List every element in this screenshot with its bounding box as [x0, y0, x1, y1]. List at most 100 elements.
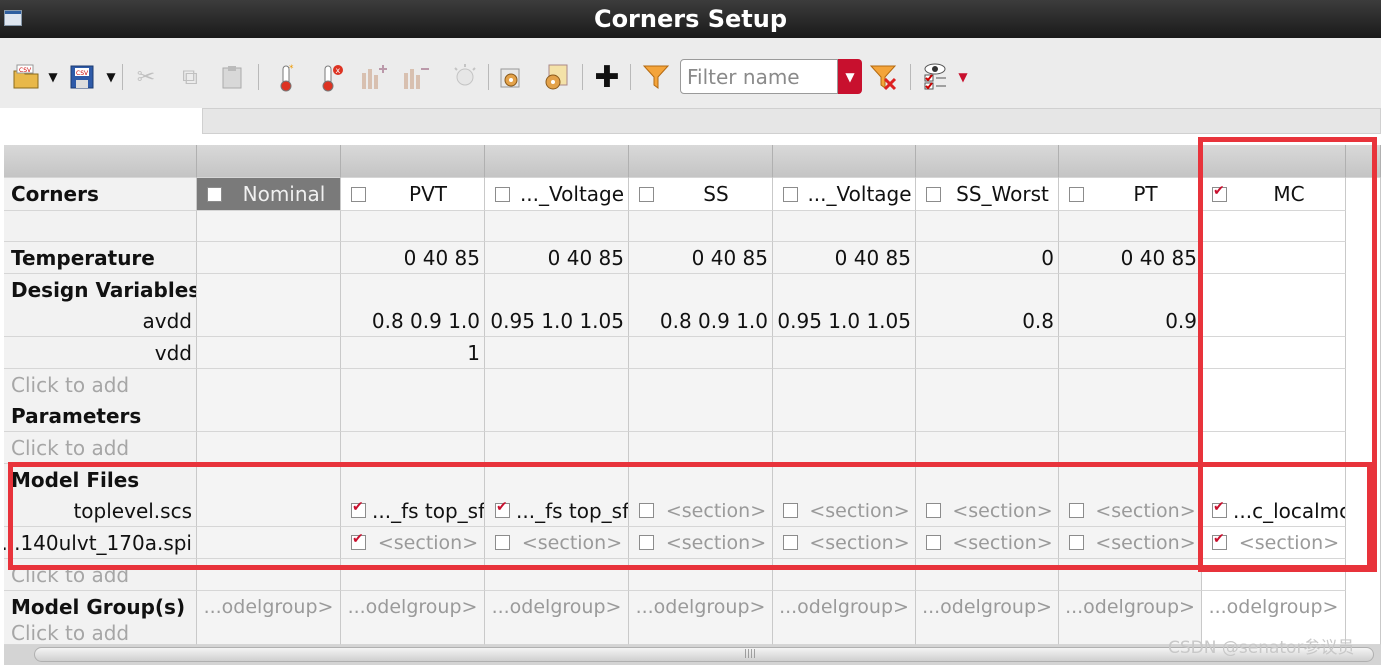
corner-column-2[interactable]: PVT: [341, 178, 485, 211]
model-file-cell[interactable]: <section>: [1059, 527, 1202, 559]
corner-column-7[interactable]: PT: [1059, 178, 1202, 211]
variable-value-cell[interactable]: [1059, 337, 1202, 369]
model-file-cell[interactable]: ..._fs top_sf: [485, 495, 629, 527]
save-csv-icon[interactable]: CSV: [64, 60, 100, 94]
model-file-cell[interactable]: <section>: [916, 527, 1059, 559]
model-group-cell[interactable]: ...odelgroup>: [916, 591, 1059, 623]
model-file-enable-checkbox[interactable]: [639, 535, 654, 550]
model-group-cell[interactable]: ...odelgroup>: [485, 591, 629, 623]
model-file-cell[interactable]: <section>: [916, 495, 1059, 527]
model-file-enable-checkbox[interactable]: [1212, 531, 1227, 550]
temperature-cell[interactable]: 0 40 85: [341, 242, 485, 274]
model-file-enable-checkbox[interactable]: [1212, 499, 1227, 518]
temperature-cell[interactable]: 0 40 85: [485, 242, 629, 274]
filter-icon[interactable]: [638, 60, 674, 94]
click-to-add-row[interactable]: Click to add: [4, 559, 197, 591]
variable-value-cell[interactable]: [629, 337, 773, 369]
copy-icon[interactable]: ⧉: [174, 60, 206, 94]
temperature-cell[interactable]: 0 40 85: [629, 242, 773, 274]
model-file-cell[interactable]: [197, 527, 341, 559]
model-file-enable-checkbox[interactable]: [1069, 503, 1084, 518]
model-file-cell[interactable]: <section>: [629, 495, 773, 527]
corner-enable-checkbox[interactable]: [351, 186, 366, 202]
model-file-enable-checkbox[interactable]: [1069, 535, 1084, 550]
model-group-cell[interactable]: ...odelgroup>: [197, 591, 341, 623]
corner-column-6[interactable]: SS_Worst: [916, 178, 1059, 211]
corner-enable-checkbox[interactable]: [1069, 186, 1084, 202]
filter-name-input[interactable]: Filter name: [680, 59, 838, 94]
temperature-cell[interactable]: [197, 242, 341, 274]
temperature-cell[interactable]: 0: [916, 242, 1059, 274]
corner-column-5[interactable]: ..._Voltage: [773, 178, 916, 211]
variable-value-cell[interactable]: [197, 305, 341, 337]
variable-value-cell[interactable]: 0.8: [916, 305, 1059, 337]
variable-value-cell[interactable]: 0.8 0.9 1.0: [629, 305, 773, 337]
model-file-enable-checkbox[interactable]: [783, 535, 798, 550]
corner-enable-checkbox[interactable]: [783, 186, 798, 202]
model-file-cell[interactable]: <section>: [485, 527, 629, 559]
filter-dropdown-icon[interactable]: ▼: [838, 59, 862, 94]
model-group-cell[interactable]: ...odelgroup>: [629, 591, 773, 623]
corner-enable-checkbox[interactable]: [1212, 183, 1227, 202]
lightbulb-icon[interactable]: [448, 60, 482, 94]
model-group-cell[interactable]: ...odelgroup>: [1202, 591, 1346, 623]
model-file-enable-checkbox[interactable]: [926, 503, 941, 518]
model-file-enable-checkbox[interactable]: [639, 503, 654, 518]
corner-enable-checkbox[interactable]: [639, 186, 654, 202]
corner-enable-checkbox[interactable]: [207, 186, 222, 202]
load-setup-icon[interactable]: [494, 60, 528, 94]
clear-filter-icon[interactable]: [866, 60, 902, 94]
chevron-down-icon[interactable]: ▼: [103, 60, 119, 94]
model-file-cell[interactable]: <section>: [341, 527, 485, 559]
variable-value-cell[interactable]: [197, 337, 341, 369]
add-corner-icon[interactable]: ✚: [590, 60, 624, 95]
model-file-cell[interactable]: <section>: [773, 527, 916, 559]
corner-column-4[interactable]: SS: [629, 178, 773, 211]
remove-variable-icon[interactable]: [398, 60, 434, 94]
paste-icon[interactable]: [216, 60, 248, 94]
cut-icon[interactable]: ✂: [130, 60, 162, 94]
variable-value-cell[interactable]: [773, 337, 916, 369]
model-group-cell[interactable]: ...odelgroup>: [341, 591, 485, 623]
model-file-cell[interactable]: [197, 495, 341, 527]
model-file-enable-checkbox[interactable]: [351, 499, 366, 518]
temperature-cell[interactable]: [1202, 242, 1346, 274]
variable-value-cell[interactable]: [1202, 337, 1346, 369]
corner-enable-checkbox[interactable]: [495, 186, 510, 202]
corner-enable-checkbox[interactable]: [926, 186, 941, 202]
chevron-down-icon[interactable]: ▼: [954, 60, 972, 94]
model-file-enable-checkbox[interactable]: [495, 499, 510, 518]
variable-value-cell[interactable]: 0.9: [1059, 305, 1202, 337]
corner-column-3[interactable]: ..._Voltage: [485, 178, 629, 211]
model-file-cell[interactable]: <section>: [1059, 495, 1202, 527]
click-to-add-row[interactable]: Click to add: [4, 369, 197, 401]
model-file-enable-checkbox[interactable]: [351, 531, 366, 550]
model-file-cell[interactable]: <section>: [773, 495, 916, 527]
grid-header-corner[interactable]: [4, 145, 197, 178]
variable-value-cell[interactable]: [1202, 305, 1346, 337]
chevron-down-icon[interactable]: ▼: [45, 60, 61, 94]
variable-value-cell[interactable]: 0.95 1.0 1.05: [485, 305, 629, 337]
model-file-enable-checkbox[interactable]: [926, 535, 941, 550]
model-file-cell[interactable]: <section>: [629, 527, 773, 559]
variable-value-cell[interactable]: 0.8 0.9 1.0: [341, 305, 485, 337]
model-file-cell[interactable]: ..._fs top_sf: [341, 495, 485, 527]
model-group-cell[interactable]: ...odelgroup>: [773, 591, 916, 623]
model-file-enable-checkbox[interactable]: [783, 503, 798, 518]
save-setup-icon[interactable]: [538, 60, 576, 94]
temperature-cell[interactable]: 0 40 85: [773, 242, 916, 274]
model-file-cell[interactable]: <section>: [1202, 527, 1346, 559]
model-group-cell[interactable]: ...odelgroup>: [1059, 591, 1202, 623]
corner-column-1[interactable]: Nominal: [197, 178, 341, 211]
model-file-cell[interactable]: ...c_localmc: [1202, 495, 1346, 527]
view-options-icon[interactable]: [916, 60, 954, 94]
model-file-enable-checkbox[interactable]: [495, 535, 510, 550]
temperature-cell[interactable]: 0 40 85: [1059, 242, 1202, 274]
variable-value-cell[interactable]: [485, 337, 629, 369]
remove-temperature-icon[interactable]: x: [316, 60, 348, 94]
open-csv-icon[interactable]: CSV: [6, 60, 46, 94]
add-temperature-icon[interactable]: *: [270, 60, 302, 94]
add-variable-icon[interactable]: [356, 60, 392, 94]
corner-column-8[interactable]: MC: [1202, 178, 1346, 211]
variable-value-cell[interactable]: 0.95 1.0 1.05: [773, 305, 916, 337]
